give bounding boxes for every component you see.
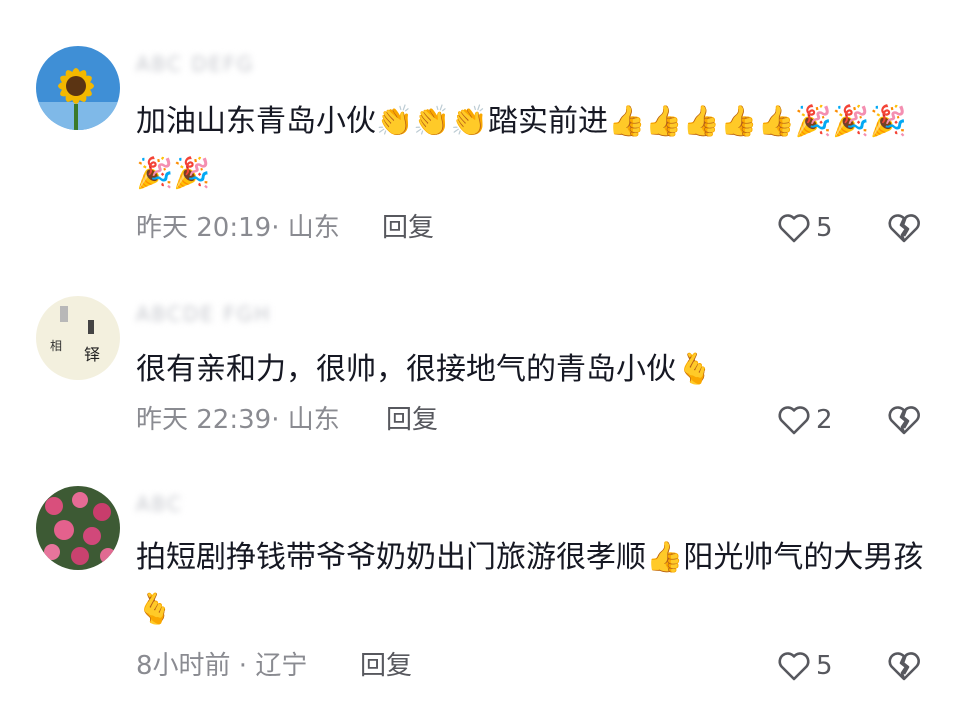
timestamp-location: 8小时前 · 辽宁 [136,651,308,681]
comment-meta: 8小时前 · 辽宁 回复 [136,648,412,684]
like-count: 2 [816,405,833,435]
like-button[interactable]: 2 [776,402,833,438]
like-count: 5 [816,651,833,681]
broken-heart-icon[interactable] [886,648,922,684]
timestamp-location: 昨天 20:19· 山东 [136,213,340,243]
reply-button[interactable]: 回复 [360,648,412,684]
svg-text:铎: 铎 [84,345,100,364]
comment-text: 很有亲和力，很帅，很接地气的青岛小伙🫰 [136,352,714,387]
svg-text:相: 相 [50,339,62,353]
avatar[interactable] [36,46,120,130]
like-button[interactable]: 5 [776,648,833,684]
avatar[interactable] [36,486,120,570]
comment-item: 相 铎 ABCDE FGH 很有亲和力，很帅，很接地气的青岛小伙🫰 昨天 22:… [0,260,960,460]
username[interactable]: ABC DEFG [136,52,254,76]
comment-item: ABC 拍短剧挣钱带爷爷奶奶出门旅游很孝顺👍阳光帅气的大男孩🫰 8小时前 · 辽… [0,460,960,719]
broken-heart-icon[interactable] [886,210,922,246]
username[interactable]: ABC [136,492,183,516]
like-button[interactable]: 5 [776,210,833,246]
like-count: 5 [816,213,833,243]
heart-outline-icon [776,402,812,438]
heart-outline-icon [776,648,812,684]
heart-outline-icon [776,210,812,246]
comment-item: ABC DEFG 加油山东青岛小伙👏👏👏踏实前进👍👍👍👍👍🎉🎉🎉🎉🎉 昨天 20… [0,0,960,260]
timestamp-location: 昨天 22:39· 山东 [136,405,340,435]
reply-button[interactable]: 回复 [386,402,438,438]
comment-text: 加油山东青岛小伙👏👏👏踏实前进👍👍👍👍👍🎉🎉🎉🎉🎉 [136,104,907,191]
broken-heart-icon[interactable] [886,402,922,438]
comment-meta: 昨天 20:19· 山东 回复 [136,210,434,246]
comment-meta: 昨天 22:39· 山东 回复 [136,402,438,438]
reply-button[interactable]: 回复 [382,210,434,246]
avatar[interactable]: 相 铎 [36,296,120,380]
comment-text: 拍短剧挣钱带爷爷奶奶出门旅游很孝顺👍阳光帅气的大男孩🫰 [136,540,924,627]
username[interactable]: ABCDE FGH [136,302,271,326]
